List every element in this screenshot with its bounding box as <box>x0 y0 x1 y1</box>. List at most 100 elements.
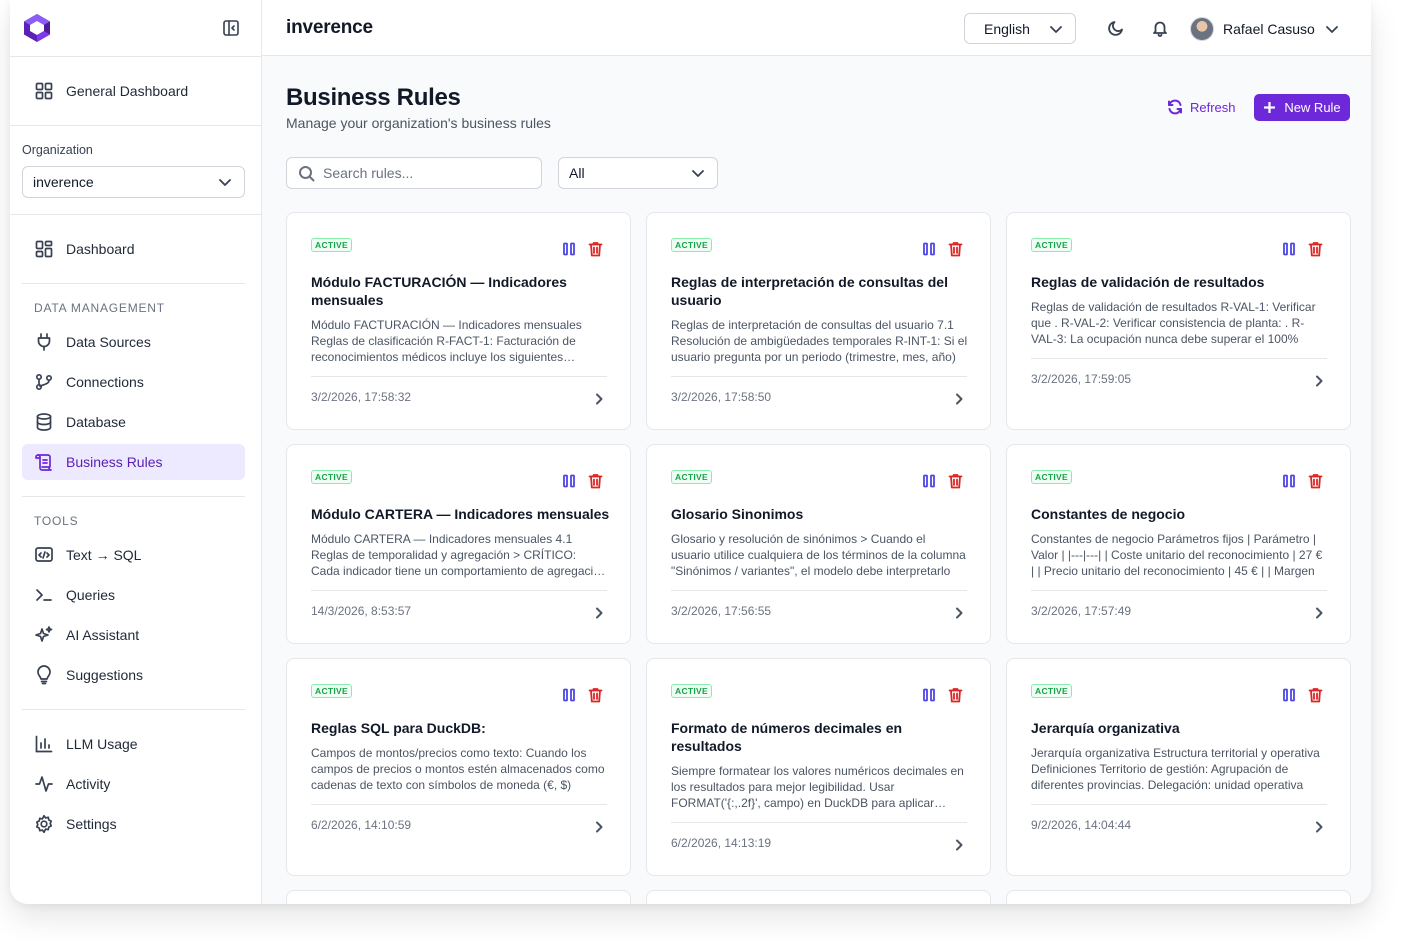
sidebar-item-suggestions[interactable]: Suggestions <box>22 657 245 693</box>
rule-date: 3/2/2026, 17:56:55 <box>671 604 772 618</box>
rule-card[interactable]: ACTIVE Reglas SQL para DuckDB: Campos de m… <box>286 658 631 876</box>
sidebar-collapse-icon[interactable] <box>222 19 240 37</box>
chevron-right-icon[interactable] <box>953 392 965 405</box>
organization-value: inverence <box>33 174 94 190</box>
pause-icon[interactable] <box>1282 688 1296 702</box>
rule-card[interactable]: ACTIVE Reglas de validación de resultados… <box>1006 212 1351 430</box>
sidebar-item-queries[interactable]: Queries <box>22 577 245 613</box>
chevron-right-icon[interactable] <box>593 606 605 619</box>
moon-icon[interactable] <box>1107 19 1125 37</box>
plug-icon <box>34 332 54 352</box>
status-badge: ACTIVE <box>311 238 352 252</box>
trash-icon[interactable] <box>588 687 603 703</box>
pause-icon[interactable] <box>1282 474 1296 488</box>
new-rule-label: New Rule <box>1284 100 1341 115</box>
rule-card[interactable]: ACTIVE Módulo FACTURACIÓN — Indicadores m… <box>286 212 631 430</box>
rule-title: Módulo CARTERA — Indicadores mensuales <box>311 506 610 522</box>
sidebar-item-settings[interactable]: Settings <box>22 806 245 842</box>
language-select[interactable]: English <box>964 13 1076 44</box>
chevron-right-icon[interactable] <box>593 392 605 405</box>
database-icon <box>34 412 54 432</box>
rule-description: Glosario y resolución de sinónimos > Cua… <box>671 532 966 578</box>
chevron-right-icon[interactable] <box>953 838 965 851</box>
sidebar-item-business-rules[interactable]: Business Rules <box>22 444 245 480</box>
status-badge: ACTIVE <box>671 470 712 484</box>
chevron-down-icon <box>218 175 232 189</box>
rule-description: Jerarquía organizativa Estructura territ… <box>1031 746 1320 792</box>
trash-icon[interactable] <box>588 241 603 257</box>
rule-card[interactable]: ACTIVE Formato de números decimales en re… <box>646 658 991 876</box>
trash-icon[interactable] <box>1308 473 1323 489</box>
chevron-right-icon[interactable] <box>1313 820 1325 833</box>
search-input[interactable] <box>323 165 523 181</box>
status-filter-select[interactable]: All <box>558 157 718 189</box>
rule-title: Reglas SQL para DuckDB: <box>311 720 486 736</box>
trash-icon[interactable] <box>1308 241 1323 257</box>
rule-card[interactable]: ACTIVE Módulo CARTERA — Indicadores mensu… <box>286 444 631 644</box>
chevron-down-icon <box>691 166 705 180</box>
rule-card[interactable] <box>286 890 631 904</box>
sidebar-item-text-sql[interactable]: Text → SQL <box>22 537 245 573</box>
user-menu[interactable]: Rafael Casuso <box>1190 16 1339 42</box>
user-name: Rafael Casuso <box>1223 21 1315 37</box>
sidebar-item-connections[interactable]: Connections <box>22 364 245 400</box>
section-label-data-management: DATA MANAGEMENT <box>34 301 165 315</box>
organization-select[interactable]: inverence <box>22 166 245 198</box>
sidebar-item-label: Connections <box>66 374 144 390</box>
grid-icon <box>34 81 54 101</box>
sidebar-item-database[interactable]: Database <box>22 404 245 440</box>
sidebar-item-dashboard[interactable]: Dashboard <box>22 231 245 267</box>
pause-icon[interactable] <box>922 474 936 488</box>
rule-card[interactable]: ACTIVE Reglas de interpretación de consul… <box>646 212 991 430</box>
trash-icon[interactable] <box>948 241 963 257</box>
status-badge: ACTIVE <box>1031 684 1072 698</box>
refresh-button[interactable]: Refresh <box>1167 97 1236 117</box>
trash-icon[interactable] <box>588 473 603 489</box>
sidebar-item-data-sources[interactable]: Data Sources <box>22 324 245 360</box>
section-label-tools: TOOLS <box>34 514 79 528</box>
pause-icon[interactable] <box>562 242 576 256</box>
pause-icon[interactable] <box>562 688 576 702</box>
rule-card[interactable] <box>646 890 991 904</box>
sidebar-item-label: Activity <box>66 776 111 792</box>
rule-title: Glosario Sinonimos <box>671 506 804 522</box>
chevron-right-icon[interactable] <box>953 606 965 619</box>
chevron-right-icon[interactable] <box>593 820 605 833</box>
app-logo[interactable] <box>22 13 52 43</box>
status-badge: ACTIVE <box>311 684 352 698</box>
rule-description: Constantes de negocio Parámetros fijos |… <box>1031 532 1323 578</box>
sidebar: General Dashboard Organization inverence… <box>10 0 262 904</box>
rule-card[interactable]: ACTIVE Constantes de negocio Constantes de… <box>1006 444 1351 644</box>
bell-icon[interactable] <box>1151 19 1169 37</box>
card-divider <box>671 590 967 591</box>
refresh-icon <box>1168 99 1182 115</box>
pause-icon[interactable] <box>562 474 576 488</box>
rule-date: 3/2/2026, 17:58:32 <box>311 390 412 404</box>
pause-icon[interactable] <box>1282 242 1296 256</box>
sidebar-item-llm-usage[interactable]: LLM Usage <box>22 726 245 762</box>
gear-icon <box>34 814 54 834</box>
sidebar-item-activity[interactable]: Activity <box>22 766 245 802</box>
chevron-right-icon[interactable] <box>1313 374 1325 387</box>
sidebar-item-general-dashboard[interactable]: General Dashboard <box>22 73 245 109</box>
avatar <box>1190 17 1214 41</box>
rule-card[interactable]: ACTIVE Glosario Sinonimos Glosario y resol… <box>646 444 991 644</box>
sidebar-item-label: Text → SQL <box>66 547 142 563</box>
rule-description: Reglas de validación de resultados R-VAL… <box>1031 300 1316 346</box>
pause-icon[interactable] <box>922 688 936 702</box>
rule-description: Siempre formatear los valores numéricos … <box>671 764 964 810</box>
rule-card[interactable]: ACTIVE Jerarquía organizativa Jerarquía or… <box>1006 658 1351 876</box>
rule-description: Campos de montos/precios como texto: Cua… <box>311 746 605 792</box>
rule-description: Reglas de interpretación de consultas de… <box>671 318 968 364</box>
trash-icon[interactable] <box>948 687 963 703</box>
plus-icon <box>1264 102 1276 113</box>
trash-icon[interactable] <box>948 473 963 489</box>
chevron-right-icon[interactable] <box>1313 606 1325 619</box>
rule-date: 14/3/2026, 8:53:57 <box>311 604 412 618</box>
brand-name: inverence <box>286 17 373 38</box>
new-rule-button[interactable]: New Rule <box>1254 94 1350 121</box>
trash-icon[interactable] <box>1308 687 1323 703</box>
sidebar-item-ai-assistant[interactable]: AI Assistant <box>22 617 245 653</box>
rule-card[interactable] <box>1006 890 1351 904</box>
pause-icon[interactable] <box>922 242 936 256</box>
